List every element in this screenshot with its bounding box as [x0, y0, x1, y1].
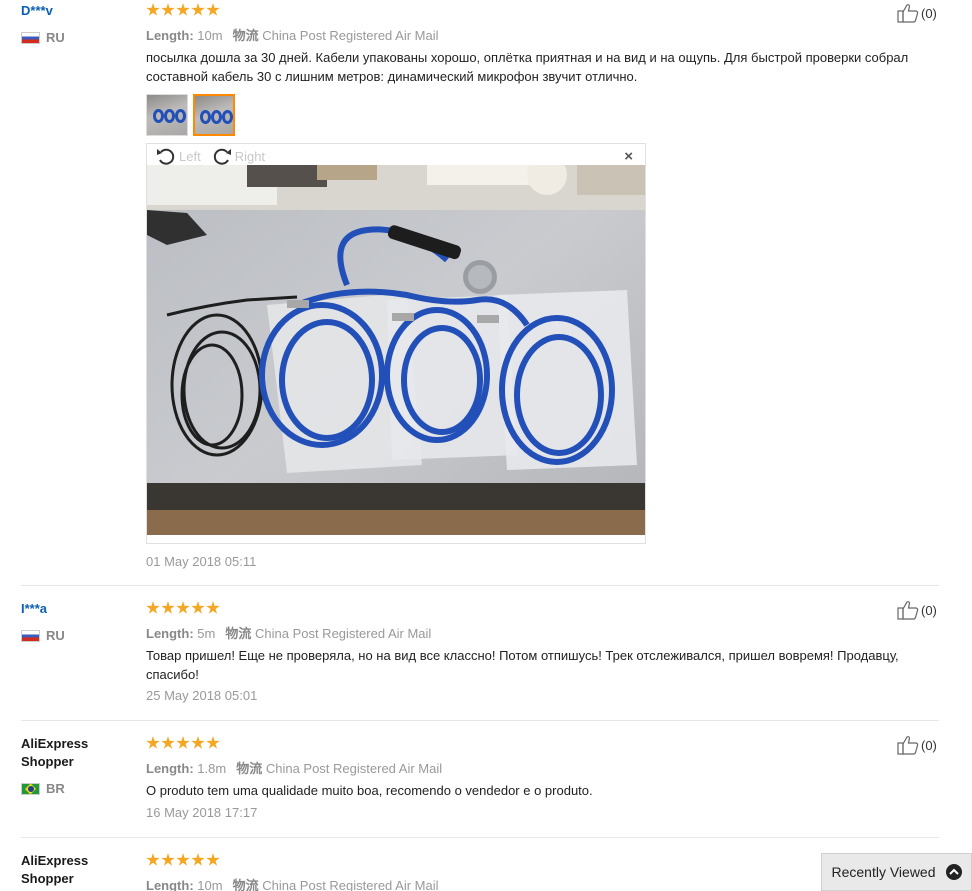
star-icon [176, 853, 190, 866]
review-text: O produto tem uma qualidade muito boa, r… [146, 783, 593, 798]
review-attributes: Length: 1.8m 物流 China Post Registered Air… [146, 758, 442, 777]
length-label: Length: [146, 878, 194, 891]
review-attributes: Length: 5m 物流 China Post Registered Air M… [146, 623, 431, 642]
star-icon [191, 736, 205, 749]
review-date: 01 May 2018 05:11 [146, 554, 257, 569]
length-value: 10m [197, 28, 223, 43]
russia-flag-icon [21, 31, 40, 44]
star-icon [161, 853, 175, 866]
length-label: Length: [146, 761, 194, 776]
rating-stars [146, 601, 220, 615]
rotate-right-icon [213, 148, 231, 165]
shipping-label: 物流 [236, 761, 263, 776]
star-icon [191, 853, 205, 866]
star-icon [176, 736, 190, 749]
star-icon [176, 601, 190, 614]
length-value: 1.8m [197, 761, 227, 776]
rotate-left-label: Left [179, 148, 201, 164]
star-icon [206, 736, 220, 749]
rotate-left-icon [157, 148, 175, 165]
rating-stars [146, 3, 220, 17]
helpful-count: (0) [921, 737, 937, 753]
length-label: Length: [146, 28, 194, 43]
review-photo-thumbnails [146, 94, 235, 136]
reviewer-country: RU [21, 628, 65, 643]
star-icon [176, 3, 190, 16]
shipping-value: China Post Registered Air Mail [265, 761, 443, 776]
star-icon [161, 736, 175, 749]
photo-thumbnail[interactable] [146, 94, 188, 136]
reviewer-name: AliExpress Shopper [21, 736, 89, 769]
photo-thumbnail-selected[interactable] [193, 94, 235, 136]
rating-stars [146, 736, 220, 750]
star-icon [146, 601, 160, 614]
star-icon [161, 601, 175, 614]
reviewer-country: RU [21, 30, 65, 45]
helpful-button[interactable]: (0) [897, 600, 937, 620]
thumbs-up-icon [897, 735, 919, 755]
photo-viewer: Left Right × [146, 143, 646, 544]
star-icon [206, 601, 220, 614]
recently-viewed-button[interactable]: Recently Viewed [821, 853, 972, 891]
review-text: Товар пришел! Еще не проверяла, но на ви… [146, 648, 899, 682]
star-icon [146, 736, 160, 749]
review-divider [21, 720, 939, 721]
shipping-label: 物流 [232, 28, 259, 43]
length-value: 10m [197, 878, 223, 891]
reviewer-name[interactable]: D***v [21, 2, 53, 20]
reviewer-name[interactable]: I***a [21, 600, 47, 618]
length-label: Length: [146, 626, 194, 641]
shipping-label: 物流 [232, 878, 259, 891]
rotate-right-button[interactable]: Right [211, 146, 265, 166]
photo-viewer-toolbar: Left Right [155, 146, 265, 166]
country-code: RU [46, 628, 65, 643]
star-icon [146, 3, 160, 16]
shipping-value: China Post Registered Air Mail [262, 28, 439, 43]
russia-flag-icon [21, 629, 40, 642]
thumbs-up-icon [897, 3, 919, 23]
star-icon [161, 3, 175, 16]
star-icon [206, 853, 220, 866]
review-date: 16 May 2018 17:17 [146, 805, 258, 820]
rotate-left-button[interactable]: Left [155, 146, 201, 166]
helpful-count: (0) [921, 602, 937, 618]
review-date: 25 May 2018 05:01 [146, 688, 258, 703]
review-divider [21, 585, 939, 586]
length-value: 5m [197, 626, 216, 641]
rating-stars [146, 853, 220, 867]
chevron-up-icon [945, 864, 962, 880]
shipping-value: China Post Registered Air Mail [262, 878, 439, 891]
star-icon [206, 3, 220, 16]
shipping-value: China Post Registered Air Mail [254, 626, 432, 641]
reviewer-name: AliExpress Shopper [21, 853, 89, 886]
thumbs-up-icon [897, 600, 919, 620]
star-icon [191, 601, 205, 614]
star-icon [146, 853, 160, 866]
recently-viewed-label: Recently Viewed [831, 864, 936, 880]
brazil-flag-icon [21, 782, 40, 795]
rotate-right-label: Right [234, 148, 266, 164]
review-attributes: Length: 10m 物流 China Post Registered Air … [146, 25, 439, 44]
reviewer-country: BR [21, 781, 65, 796]
helpful-count: (0) [921, 5, 937, 21]
helpful-button[interactable]: (0) [897, 735, 937, 755]
review-photo[interactable] [147, 165, 645, 535]
review-text: посылка дошла за 30 дней. Кабели упакова… [146, 50, 909, 84]
close-icon[interactable]: × [624, 148, 633, 165]
star-icon [191, 3, 205, 16]
country-code: RU [46, 30, 65, 45]
review-attributes: Length: 10m 物流 China Post Registered Air … [146, 875, 439, 891]
shipping-label: 物流 [225, 626, 252, 641]
review-divider [21, 837, 939, 838]
country-code: BR [46, 781, 65, 796]
helpful-button[interactable]: (0) [897, 3, 937, 23]
